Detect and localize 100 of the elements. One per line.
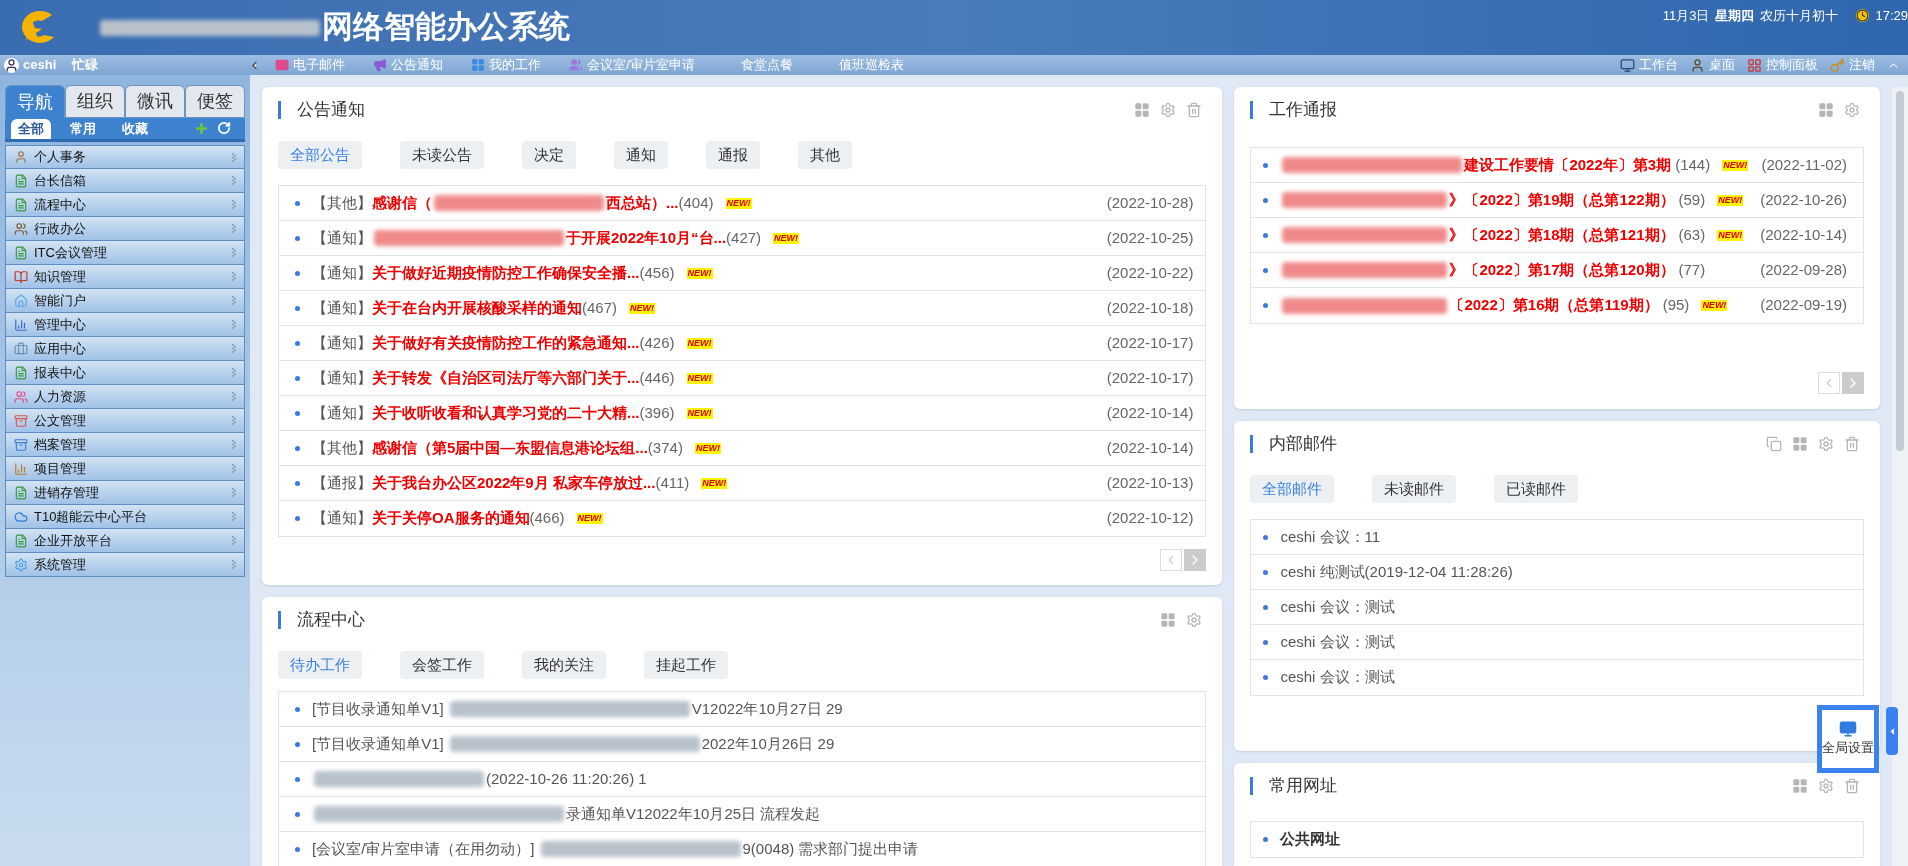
notice-link[interactable]: 于开展2022年10月“台... <box>372 226 727 250</box>
trash-icon[interactable] <box>1186 102 1203 118</box>
mail-link[interactable]: ceshi 会议：测试 <box>1280 595 1395 619</box>
copy-icon[interactable] <box>1766 436 1782 452</box>
settings-icon[interactable] <box>1844 102 1860 118</box>
nav-item[interactable]: 智能门户 <box>5 289 245 313</box>
workflow-link[interactable]: [会议室/审片室申请（在用勿动）] 9(0048) 需求部门提出申请 <box>312 837 919 861</box>
report-link[interactable]: 》〔2022〕第17期（总第120期） <box>1280 258 1675 282</box>
nav-item[interactable]: 行政办公 <box>5 217 245 241</box>
notice-link[interactable]: 关于在台内开展核酸采样的通知 <box>372 296 582 320</box>
nav-item[interactable]: 管理中心 <box>5 313 245 337</box>
sidebar-subtab[interactable]: 常用 <box>63 119 103 139</box>
report-link[interactable]: 》〔2022〕第19期（总第122期） <box>1280 188 1675 212</box>
nav-item[interactable]: 报表中心 <box>5 361 245 385</box>
panel-title: 流程中心 <box>297 609 365 632</box>
sidebar-tab[interactable]: 组织 <box>65 85 125 118</box>
nav-icon <box>14 150 28 164</box>
filter-tab[interactable]: 会签工作 <box>400 651 484 679</box>
grid-icon <box>471 58 486 72</box>
filter-tab[interactable]: 已读邮件 <box>1494 475 1579 503</box>
new-badge: NEW! <box>686 267 713 279</box>
notice-link[interactable]: 关于转发《自治区司法厅等六部门关于... <box>372 366 640 390</box>
nav-icon <box>14 221 28 236</box>
filter-tab[interactable]: 全部邮件 <box>1250 475 1335 503</box>
side-panel-toggle[interactable] <box>1886 707 1898 755</box>
report-link[interactable]: 〔2022〕第16期（总第119期） <box>1280 294 1659 317</box>
grid-icon[interactable] <box>1818 102 1834 118</box>
filter-tab[interactable]: 其他 <box>798 141 852 169</box>
filter-tab[interactable]: 未读公告 <box>400 141 484 169</box>
panel-title: 公告通知 <box>297 99 365 122</box>
nav-item[interactable]: 系统管理 <box>5 553 245 577</box>
grip-icon <box>232 176 236 185</box>
mail-link[interactable]: ceshi 会议：测试 <box>1280 666 1395 689</box>
grid-icon[interactable] <box>1160 612 1177 628</box>
sidebar-subtab[interactable]: 收藏 <box>115 119 155 139</box>
nav-icon <box>14 533 28 548</box>
notice-link[interactable]: 关于做好近期疫情防控工作确保安全播... <box>372 261 640 285</box>
settings-icon[interactable] <box>1186 612 1203 628</box>
workflow-link[interactable]: [节目收录通知单V1] 2022年10月26日 29 <box>312 732 835 756</box>
grid-icon[interactable] <box>1792 436 1808 452</box>
sidebar-tab[interactable]: 导航 <box>5 85 65 118</box>
workflow-link[interactable]: (2022-10-26 11:20:26) 1 <box>312 767 647 791</box>
previous-page-button[interactable] <box>1818 372 1840 394</box>
filter-tab[interactable]: 全部公告 <box>278 141 362 169</box>
nav-item[interactable]: 流程中心 <box>5 193 245 217</box>
category-label: 【其他】 <box>312 437 372 458</box>
mail-link[interactable]: ceshi 会议：11 <box>1280 525 1381 549</box>
settings-icon[interactable] <box>1160 102 1177 118</box>
nav-item[interactable]: 人力资源 <box>5 385 245 409</box>
workflow-link[interactable]: [节目收录通知单V1] V12022年10月27日 29 <box>312 697 843 721</box>
nav-item[interactable]: ITC会议管理 <box>5 241 245 265</box>
nav-item[interactable]: 知识管理 <box>5 265 245 289</box>
report-date: (2022-10-26) <box>1760 189 1847 210</box>
notice-link[interactable]: 感谢信（ 西总站）... <box>372 191 679 215</box>
nav-item[interactable]: 应用中心 <box>5 337 245 361</box>
filter-tab[interactable]: 通报 <box>706 141 760 169</box>
notice-link[interactable]: 感谢信（第5届中国—东盟信息港论坛组... <box>372 436 648 460</box>
previous-page-button[interactable] <box>1160 549 1183 571</box>
grip-icon <box>232 272 236 281</box>
nav-item[interactable]: 进销存管理 <box>5 481 245 505</box>
next-page-button[interactable] <box>1184 549 1207 571</box>
filter-tab[interactable]: 我的关注 <box>522 651 606 679</box>
global-settings-button[interactable]: 全局设置 <box>1817 705 1879 773</box>
nav-item[interactable]: 台长信箱 <box>5 169 245 193</box>
mail-link[interactable]: ceshi 纯测试(2019-12-04 11:28:26) <box>1280 560 1513 584</box>
date-text: 11月3日 <box>1662 7 1710 25</box>
new-badge: NEW! <box>686 407 713 419</box>
filter-tab[interactable]: 决定 <box>522 141 576 169</box>
settings-icon[interactable] <box>1818 778 1834 794</box>
nav-item[interactable]: 公文管理 <box>5 409 245 433</box>
grid-icon[interactable] <box>1134 102 1151 118</box>
notice-link[interactable]: 关于我台办公区2022年9月 私家车停放过... <box>372 471 656 495</box>
filter-tab[interactable]: 未读邮件 <box>1372 475 1457 503</box>
notice-date: (2022-10-22) <box>1106 262 1194 283</box>
nav-item[interactable]: 项目管理 <box>5 457 245 481</box>
filter-tab[interactable]: 通知 <box>614 141 668 169</box>
settings-icon[interactable] <box>1818 436 1834 452</box>
report-link[interactable]: 建设工作要情〔2022年〕第3期 <box>1280 153 1672 177</box>
refresh-icon[interactable] <box>217 121 231 135</box>
sidebar-subtab[interactable]: 全部 <box>11 119 51 139</box>
filter-tab[interactable]: 挂起工作 <box>644 651 728 679</box>
notice-link[interactable]: 关于关停OA服务的通知 <box>372 507 530 530</box>
trash-icon[interactable] <box>1844 778 1860 794</box>
report-link[interactable]: 》〔2022〕第18期（总第121期） <box>1280 223 1675 247</box>
category-label: 【通知】 <box>312 402 372 423</box>
trash-icon[interactable] <box>1844 436 1860 452</box>
nav-item[interactable]: 个人事务 <box>5 145 245 169</box>
sidebar-tab[interactable]: 便签 <box>185 85 245 118</box>
nav-item[interactable]: 企业开放平台 <box>5 529 245 553</box>
grid-icon[interactable] <box>1792 778 1808 794</box>
notice-link[interactable]: 关于做好有关疫情防控工作的紧急通知... <box>372 331 640 355</box>
notice-link[interactable]: 关于收听收看和认真学习党的二十大精... <box>372 401 640 425</box>
nav-icon <box>14 509 28 524</box>
next-page-button[interactable] <box>1842 372 1864 394</box>
sidebar-tab[interactable]: 微讯 <box>125 85 185 118</box>
nav-item[interactable]: T10超能云中心平台 <box>5 505 245 529</box>
nav-item[interactable]: 档案管理 <box>5 433 245 457</box>
workflow-link[interactable]: 录通知单V12022年10月25日 流程发起 <box>312 802 821 826</box>
mail-link[interactable]: ceshi 会议：测试 <box>1280 630 1395 654</box>
add-icon[interactable] <box>194 121 209 136</box>
